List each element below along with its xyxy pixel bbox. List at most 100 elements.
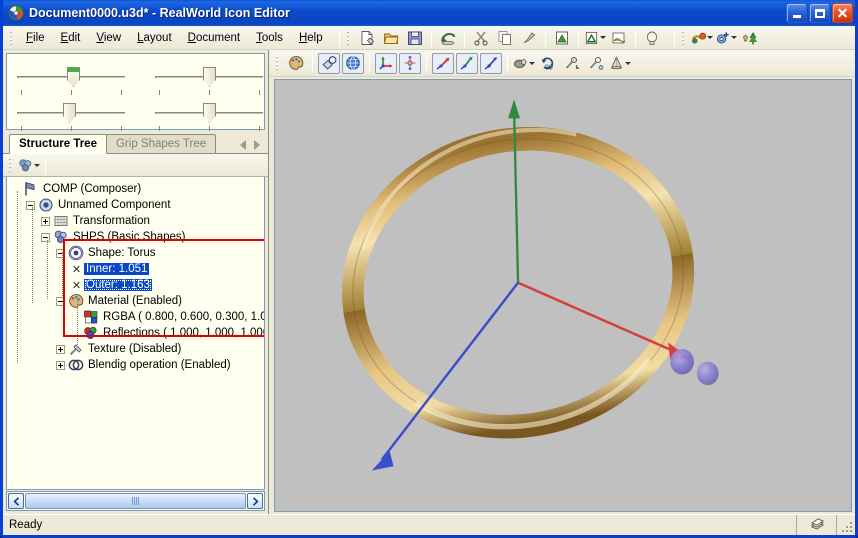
tree-node[interactable]: COMP (Composer)	[11, 181, 143, 197]
collapse-icon[interactable]	[56, 248, 65, 258]
expand-icon[interactable]	[56, 344, 65, 354]
chevron-down-icon	[730, 36, 737, 39]
tree-node[interactable]: ✕ Outer: 1.163	[71, 277, 152, 293]
expand-icon[interactable]	[56, 360, 65, 370]
expand-icon[interactable]	[41, 216, 50, 226]
copy-pages-icon[interactable]	[494, 27, 516, 48]
cut-scissors-icon[interactable]	[470, 27, 492, 48]
tree-node-label: Transformation	[73, 215, 150, 227]
menu-item-document[interactable]: Document	[180, 29, 248, 47]
axis-center-icon[interactable]	[399, 52, 421, 74]
tree-node[interactable]: Shape: Torus	[56, 245, 158, 261]
scroll-thumb[interactable]	[25, 493, 246, 509]
image-options-icon[interactable]	[584, 27, 606, 48]
tree-node[interactable]: RGBA ( 0.800, 0.600, 0.300, 1.000 )	[71, 309, 264, 325]
scroll-left-button[interactable]	[8, 493, 24, 509]
image-add-icon[interactable]	[551, 27, 573, 48]
rotate-z-axis-icon[interactable]	[480, 52, 502, 74]
slider-bottom-right-thumb[interactable]	[203, 103, 216, 123]
composer-icon	[23, 181, 39, 197]
pin-axis-icon[interactable]	[561, 53, 583, 74]
hand-apply-icon[interactable]	[608, 27, 630, 48]
paste-brush-icon[interactable]	[518, 27, 540, 48]
close-button[interactable]	[832, 3, 853, 23]
tree-node[interactable]: Reflections ( 1.000, 1.000, 1.000 )	[71, 325, 265, 341]
rotate-90-icon[interactable]: 90	[537, 53, 559, 74]
remove-x-icon[interactable]: ✕	[71, 279, 82, 292]
slider-bottom-right-tick	[159, 126, 160, 131]
flashlight-icon[interactable]	[318, 52, 340, 74]
toolbar-gripper[interactable]	[344, 28, 352, 47]
structure-tree[interactable]: COMP (Composer) Unnamed Component Transfor…	[6, 177, 265, 490]
tab-structure-tree[interactable]: Structure Tree	[9, 134, 107, 154]
gear-add-icon[interactable]	[715, 27, 737, 48]
menu-item-help[interactable]: Help	[291, 29, 331, 47]
minimize-button[interactable]	[786, 3, 807, 23]
tree-node[interactable]: ✕ Inner: 1.051	[71, 261, 150, 277]
toolbar-gripper-2[interactable]	[679, 28, 687, 47]
tree-node-label: Texture (Disabled)	[88, 343, 182, 355]
slider-top-left-thumb[interactable]	[67, 67, 80, 87]
chevron-down-icon	[706, 36, 713, 39]
open-folder-icon[interactable]	[380, 27, 402, 48]
rotate-y-axis-icon[interactable]	[456, 52, 478, 74]
tree-node-label: SHPS (Basic Shapes)	[73, 231, 186, 243]
left-panel: Structure Tree Grip Shapes Tree COMP (Co…	[3, 50, 269, 514]
pin-light-icon[interactable]	[585, 53, 607, 74]
tree-node[interactable]: Unnamed Component	[26, 197, 173, 213]
tree-plant-icon[interactable]	[739, 27, 761, 48]
window-title: Document0000.u3d* - RealWorld Icon Edito…	[29, 6, 290, 20]
tree-node-label: Inner: 1.051	[84, 263, 150, 275]
shapes-dropdown-button[interactable]	[18, 155, 40, 176]
3d-viewport[interactable]	[274, 79, 852, 512]
collapse-icon[interactable]	[56, 296, 65, 306]
axis-move-icon[interactable]	[375, 52, 397, 74]
cone-dropdown-icon[interactable]	[609, 53, 631, 74]
chevron-down-icon	[625, 61, 631, 65]
tree-node[interactable]: Transformation	[41, 213, 152, 229]
tree-node[interactable]: Texture (Disabled)	[56, 341, 183, 357]
camera-dropdown-icon[interactable]	[513, 53, 535, 74]
slider-top-right-thumb[interactable]	[203, 67, 216, 87]
maximize-button[interactable]	[809, 3, 830, 23]
slider-bottom-right-tick	[259, 126, 260, 131]
tree-node[interactable]: SHPS (Basic Shapes)	[41, 229, 188, 245]
menu-bar: File Edit View Layout Document Tools Help	[3, 26, 855, 50]
bulb-icon[interactable]	[641, 27, 663, 48]
viewport-toolbar-gripper[interactable]	[274, 54, 281, 72]
tree-node[interactable]: Blendig operation (Enabled)	[56, 357, 233, 373]
toolbar-separator	[463, 28, 465, 47]
menu-item-view[interactable]: View	[88, 29, 129, 47]
resize-grip[interactable]	[837, 515, 855, 535]
menu-gripper[interactable]	[8, 28, 15, 47]
tab-next-icon[interactable]	[254, 140, 260, 150]
slider-bottom-left-thumb[interactable]	[63, 103, 76, 123]
globe-icon[interactable]	[342, 52, 364, 74]
tab-grip-shapes-tree[interactable]: Grip Shapes Tree	[105, 134, 217, 153]
viewport-toolbar: 90	[269, 50, 855, 77]
status-panel-layers[interactable]	[797, 515, 837, 535]
collapse-icon[interactable]	[41, 232, 50, 242]
rotate-x-axis-icon[interactable]	[432, 52, 454, 74]
tree-toolbar-gripper[interactable]	[7, 156, 14, 174]
tree-node-label: Reflections ( 1.000, 1.000, 1.000 )	[103, 327, 265, 339]
save-floppy-icon[interactable]	[404, 27, 426, 48]
tree-hscrollbar[interactable]	[6, 491, 265, 511]
new-document-icon[interactable]	[356, 27, 378, 48]
menu-item-layout[interactable]: Layout	[129, 29, 180, 47]
tab-prev-icon[interactable]	[240, 140, 246, 150]
shapes-icon	[53, 229, 69, 245]
menu-item-file[interactable]: File	[18, 29, 53, 47]
tab-nav	[240, 140, 268, 153]
torus-icon	[68, 245, 84, 261]
menu-item-tools[interactable]: Tools	[248, 29, 291, 47]
menu-item-edit[interactable]: Edit	[53, 29, 89, 47]
remove-x-icon[interactable]: ✕	[71, 263, 82, 276]
tree-node[interactable]: Material (Enabled)	[56, 293, 184, 309]
palette-colors-icon[interactable]	[285, 53, 307, 74]
paint-roller-icon[interactable]	[691, 27, 713, 48]
viewport-toolbar-separator	[369, 54, 370, 72]
collapse-icon[interactable]	[26, 200, 35, 210]
scroll-right-button[interactable]	[247, 493, 263, 509]
undo-icon[interactable]	[437, 27, 459, 48]
